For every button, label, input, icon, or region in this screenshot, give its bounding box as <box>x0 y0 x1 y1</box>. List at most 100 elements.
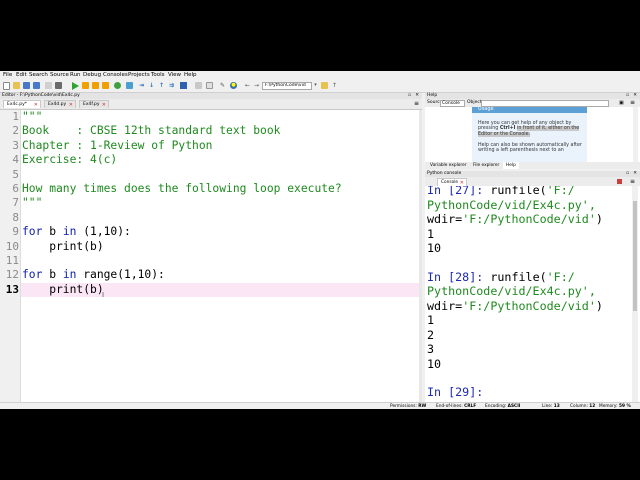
tab-console-1a[interactable]: Console 1/A ✕ <box>437 178 467 193</box>
console-string: 'F:/ <box>546 186 575 197</box>
lock-icon[interactable]: ▣ <box>619 99 624 107</box>
browse-icon[interactable] <box>45 82 52 89</box>
rerun-icon[interactable] <box>114 82 121 89</box>
line-number: 5 <box>12 168 19 181</box>
tab-file-explorer[interactable]: File explorer <box>470 162 502 169</box>
code-line: Book : CBSE 12th standard text book <box>22 124 281 137</box>
step-return-icon[interactable]: ↑ <box>158 82 165 89</box>
settings-icon[interactable] <box>55 82 62 89</box>
keyword: in <box>62 268 77 281</box>
close-tab-icon[interactable]: ✕ <box>34 101 38 109</box>
code-line: Chapter : 1-Review of Python <box>22 139 213 152</box>
status-label: Permissions: <box>390 404 417 409</box>
save-icon[interactable] <box>23 82 30 89</box>
console-scrollbar[interactable] <box>632 186 638 402</box>
working-directory-input[interactable]: F:\PythonCode\vid <box>262 82 312 90</box>
console-line: In [27]: runfile('F:/ <box>427 186 575 198</box>
stop-debug-icon[interactable] <box>180 82 187 89</box>
run-cell-icon[interactable] <box>82 82 89 89</box>
options-menu-icon[interactable]: ≡ <box>630 99 635 107</box>
menu-run[interactable]: Run <box>70 72 81 79</box>
menu-view[interactable]: View <box>168 72 181 79</box>
menu-source[interactable]: Source <box>50 72 69 79</box>
step-into-icon[interactable]: ↓ <box>148 82 155 89</box>
preferences-icon[interactable]: ✎ <box>219 82 226 89</box>
python-path-icon[interactable]: ● <box>230 82 237 89</box>
console-text: runfile( <box>490 270 547 284</box>
run-icon[interactable] <box>71 82 79 90</box>
console-output-line: 1 <box>427 313 435 327</box>
help-toolbar: Source Console Object ▣ ≡ <box>425 99 640 107</box>
close-tab-icon[interactable]: ✕ <box>102 101 106 109</box>
tab-ex4c[interactable]: Ex4c.py* ✕ <box>3 100 41 108</box>
status-label: End-of-lines: <box>436 404 463 409</box>
maximize-pane-icon[interactable] <box>195 82 202 89</box>
console-text: ) <box>595 212 603 226</box>
console-text: ) <box>595 299 603 313</box>
usage-paragraph-1: Here you can get help of any object by p… <box>478 121 584 137</box>
stop-icon[interactable] <box>617 179 622 184</box>
help-title: Help <box>427 93 438 98</box>
dropdown-arrow-icon[interactable]: ▾ <box>312 82 319 89</box>
menu-debug[interactable]: Debug <box>83 72 101 79</box>
line-number: 4 <box>12 153 19 166</box>
text-cursor-icon: I <box>102 291 105 299</box>
console-title: Python console <box>427 171 462 176</box>
line-number: 1 <box>12 110 19 123</box>
tab-ex4f[interactable]: Ex4f.py ✕ <box>79 100 109 108</box>
options-menu-icon[interactable]: ≡ <box>630 178 635 185</box>
menu-search[interactable]: Search <box>29 72 48 79</box>
line-number: 9 <box>12 225 19 238</box>
scrollbar-thumb[interactable] <box>633 201 637 311</box>
line-number: 2 <box>12 124 19 137</box>
console-text: wdir= <box>427 212 463 226</box>
status-label: Memory: <box>599 404 618 409</box>
editor-scrollbar[interactable] <box>419 110 422 402</box>
forward-arrow-icon[interactable]: → <box>253 82 260 89</box>
menu-file[interactable]: File <box>3 72 12 79</box>
menu-tools[interactable]: Tools <box>151 72 165 79</box>
continue-icon[interactable]: ⇉ <box>168 82 175 89</box>
console-output[interactable]: In [27]: runfile('F:/ PythonCode/vid/Ex4… <box>425 186 640 402</box>
parent-directory-icon[interactable]: ↑ <box>331 82 338 89</box>
code-line: for b in range(1,10): <box>22 268 165 282</box>
source-select[interactable]: Console <box>440 100 465 107</box>
save-all-icon[interactable] <box>33 82 40 89</box>
open-folder-icon[interactable] <box>13 82 20 89</box>
code-editor[interactable]: 1 2 3 4 5 6 7 8 9 10 11 12 13 """ Book :… <box>0 110 422 402</box>
back-arrow-icon[interactable]: ← <box>244 82 251 89</box>
tab-label: Ex4f.py <box>83 102 100 107</box>
code-text: (1,10): <box>76 225 131 238</box>
debug-icon[interactable] <box>126 82 133 89</box>
status-eol: End-of-lines: CRLF <box>436 403 476 409</box>
menu-projects[interactable]: Projects <box>128 72 150 79</box>
run-selection-icon[interactable] <box>102 82 109 89</box>
code-text: range(1,10): <box>76 268 165 281</box>
line-number: 12 <box>5 268 19 281</box>
object-input[interactable] <box>481 100 609 107</box>
browse-directory-icon[interactable] <box>321 82 328 89</box>
close-tab-icon[interactable]: ✕ <box>69 101 73 109</box>
tab-variable-explorer[interactable]: Variable explorer <box>427 162 470 169</box>
console-prompt: In [28]: <box>427 270 491 284</box>
console-output-line: 2 <box>427 328 435 342</box>
fullscreen-icon[interactable] <box>206 82 213 89</box>
menu-help[interactable]: Help <box>184 72 197 79</box>
tab-help[interactable]: Help <box>503 162 519 169</box>
console-line: wdir='F:/PythonCode/vid') <box>427 212 603 227</box>
run-cell-advance-icon[interactable] <box>92 82 99 89</box>
help-scrollbar[interactable] <box>633 107 638 162</box>
new-file-icon[interactable] <box>3 82 10 90</box>
keyword: in <box>62 225 77 238</box>
tab-ex4d[interactable]: Ex4d.py ✕ <box>44 100 76 108</box>
options-menu-icon[interactable]: ≡ <box>414 100 419 107</box>
code-line: """ <box>22 196 43 209</box>
console-text: runfile( <box>490 186 547 197</box>
menu-consoles[interactable]: Consoles <box>103 72 128 79</box>
step-icon[interactable]: ⇥ <box>138 82 145 89</box>
keyword: for <box>22 268 43 281</box>
code-text: b <box>42 268 63 281</box>
menu-edit[interactable]: Edit <box>16 72 27 79</box>
keyword: for <box>22 225 43 238</box>
line-number-current: 13 <box>5 283 19 296</box>
